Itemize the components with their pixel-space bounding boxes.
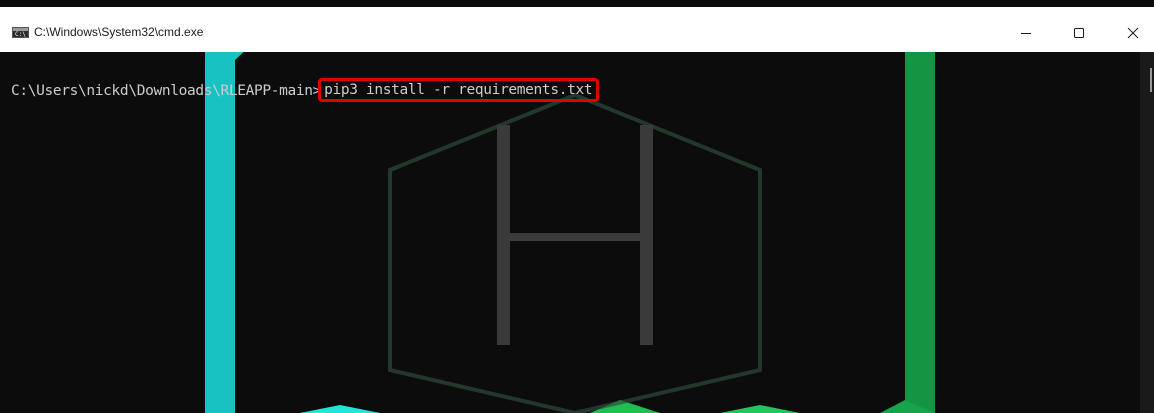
command-highlight-box: pip3 install -r requirements.txt	[318, 78, 600, 102]
window-title: C:\Windows\System32\cmd.exe	[34, 25, 204, 39]
title-bar[interactable]: C:\ C:\Windows\System32\cmd.exe	[0, 0, 1154, 52]
command-text: pip3 install -r requirements.txt	[324, 82, 593, 98]
cmd-window: C:\ C:\Windows\System32\cmd.exe C:\Users…	[0, 0, 1154, 413]
scrollbar-thumb[interactable]	[1150, 68, 1152, 92]
minimize-icon	[1021, 33, 1031, 34]
cmd-app-icon[interactable]: C:\	[12, 27, 29, 38]
maximize-button[interactable]	[1056, 14, 1102, 52]
minimize-button[interactable]	[1003, 14, 1049, 52]
prompt-line: C:\Users\nickd\Downloads\RLEAPP-main> pip…	[11, 78, 600, 103]
title-bar-top-strip	[0, 0, 1154, 7]
console-area[interactable]: C:\Users\nickd\Downloads\RLEAPP-main> pip…	[0, 52, 1154, 413]
prompt-path: C:\Users\nickd\Downloads\RLEAPP-main>	[11, 83, 322, 99]
close-button[interactable]	[1110, 14, 1154, 52]
cmd-app-icon-label: C:\	[15, 31, 26, 38]
maximize-icon	[1074, 28, 1084, 38]
scrollbar-track[interactable]	[1140, 52, 1154, 413]
close-icon	[1127, 27, 1139, 39]
